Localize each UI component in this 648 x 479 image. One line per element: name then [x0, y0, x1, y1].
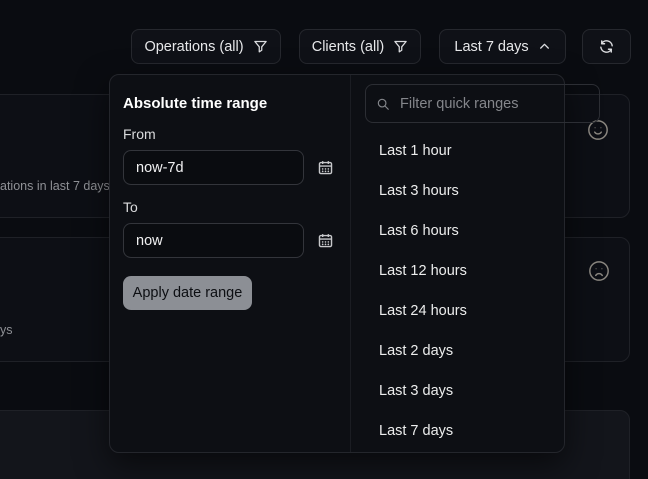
apply-date-range-button[interactable]: Apply date range: [123, 276, 252, 310]
refresh-button[interactable]: [582, 29, 631, 64]
search-icon: [376, 97, 390, 111]
card-caption-clipped: ys: [0, 323, 13, 337]
quick-range-option[interactable]: Last 2 days: [351, 331, 611, 371]
quick-ranges-section: Last 1 hour Last 3 hours Last 6 hours La…: [351, 75, 611, 452]
clients-filter-button[interactable]: Clients (all): [299, 29, 421, 64]
dashboard-screen: ations in last 7 days ys Operations (all…: [0, 0, 648, 479]
card-caption-clipped: ations in last 7 days: [0, 179, 110, 193]
quick-range-option[interactable]: Last 6 hours: [351, 211, 611, 251]
absolute-time-range-section: Absolute time range From To: [110, 75, 351, 452]
quick-range-option[interactable]: Last 7 days: [351, 411, 611, 451]
from-label: From: [123, 126, 334, 142]
calendar-icon[interactable]: [317, 232, 334, 249]
quick-range-list: Last 1 hour Last 3 hours Last 6 hours La…: [351, 131, 611, 451]
absolute-range-title: Absolute time range: [123, 95, 334, 112]
time-range-button[interactable]: Last 7 days: [439, 29, 566, 64]
from-input[interactable]: [123, 150, 304, 185]
clients-filter-label: Clients (all): [312, 39, 385, 55]
chevron-up-icon: [538, 40, 551, 53]
quick-range-option[interactable]: Last 3 hours: [351, 171, 611, 211]
time-range-label: Last 7 days: [454, 39, 528, 55]
refresh-icon: [598, 38, 615, 55]
time-range-dropdown: Absolute time range From To: [109, 74, 565, 453]
funnel-icon: [253, 39, 268, 54]
to-input[interactable]: [123, 223, 304, 258]
operations-filter-label: Operations (all): [144, 39, 243, 55]
quick-range-search[interactable]: [365, 84, 600, 123]
quick-range-option[interactable]: Last 3 days: [351, 371, 611, 411]
to-label: To: [123, 199, 334, 215]
quick-range-option[interactable]: Last 1 hour: [351, 131, 611, 171]
operations-filter-button[interactable]: Operations (all): [131, 29, 281, 64]
quick-range-option[interactable]: Last 12 hours: [351, 251, 611, 291]
quick-range-filter-input[interactable]: [398, 95, 589, 113]
calendar-icon[interactable]: [317, 159, 334, 176]
quick-range-option[interactable]: Last 24 hours: [351, 291, 611, 331]
funnel-icon: [393, 39, 408, 54]
